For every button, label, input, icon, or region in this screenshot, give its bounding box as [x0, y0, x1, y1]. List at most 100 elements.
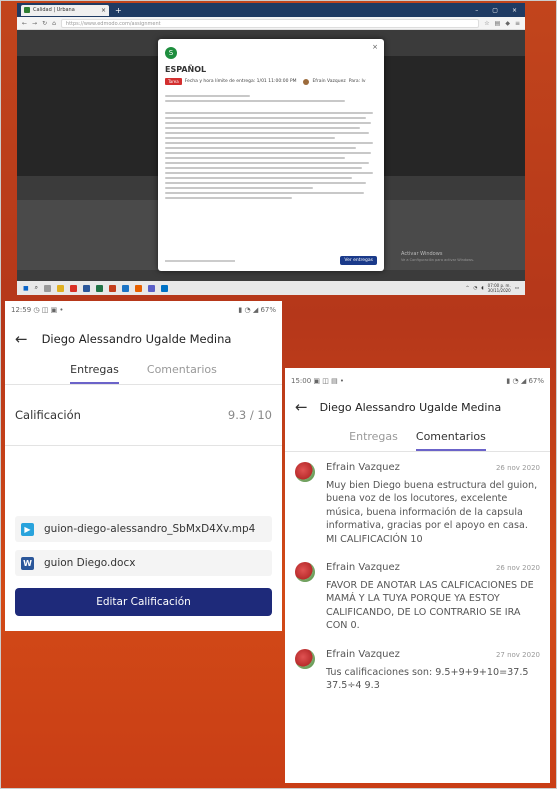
network-icon[interactable]: ◔	[473, 286, 477, 291]
system-tray: ^ ◔ ◖ 07:00 p. m. 30/11/2020 ▭	[466, 283, 519, 293]
tab-comentarios[interactable]: Comentarios	[415, 422, 486, 451]
assignment-badge: Tarea	[165, 78, 182, 85]
word-icon[interactable]	[83, 284, 91, 292]
avatar	[295, 462, 315, 482]
mail-icon[interactable]	[161, 284, 169, 292]
assignment-description	[165, 95, 377, 199]
favicon-icon	[24, 7, 30, 13]
windows-activation-watermark: Activar Windows Ve a Configuración para …	[401, 251, 475, 262]
tab-comentarios[interactable]: Comentarios	[147, 355, 217, 384]
menu-icon[interactable]: ≡	[515, 20, 520, 27]
due-date-text: Fecha y hora límite de entrega: 1/01 11:…	[184, 79, 297, 84]
chrome-icon[interactable]	[70, 284, 78, 292]
attachment-name: guion Diego.docx	[44, 557, 136, 569]
library-icon[interactable]: ▤	[495, 20, 501, 27]
minimize-icon[interactable]: –	[475, 7, 478, 14]
phone-comentarios-screen: 15:00 ▣ ◫ ▤ • ▮ ◔ ◢ 67% ← Diego Alessand…	[285, 368, 550, 783]
comment-item: Efrain Vazquez 26 nov 2020 FAVOR DE ANOT…	[285, 546, 550, 633]
tray-chevron-icon[interactable]: ^	[466, 286, 470, 291]
modal-title: ESPAÑOL	[165, 65, 207, 74]
maximize-icon[interactable]: ▢	[492, 7, 498, 14]
bookmark-icon[interactable]: ☆	[484, 20, 489, 27]
browser-tab-title: Calidad | Urbana	[33, 7, 75, 13]
attachment-item[interactable]: ▶ guion-diego-alessandro_SbMxD4Xv.mp4	[15, 516, 272, 542]
back-arrow-icon[interactable]: ←	[295, 399, 308, 415]
toolbar-icons: ☆ ▤ ◆ ≡	[484, 20, 520, 27]
forward-nav-icon[interactable]: →	[32, 20, 37, 27]
browser-tab-bar: Calidad | Urbana × + – ▢ ×	[17, 3, 525, 17]
status-icons: ◷ ◫ ▣ •	[31, 306, 64, 314]
close-icon[interactable]: ×	[372, 43, 378, 51]
view-submissions-button[interactable]: Ver entregas	[340, 256, 377, 265]
comment-item: Efrain Vazquez 27 nov 2020 Tus calificac…	[285, 633, 550, 693]
close-window-icon[interactable]: ×	[512, 7, 517, 14]
explorer-icon[interactable]	[57, 284, 65, 292]
windows-start-icon[interactable]: ■	[23, 285, 29, 292]
app-bar: ← Diego Alessandro Ugalde Medina	[5, 323, 282, 355]
battery-status: ▮ ◔ ◢ 67%	[506, 377, 544, 385]
reload-icon[interactable]: ↻	[42, 20, 47, 27]
comment-body: Efrain Vazquez 27 nov 2020 Tus calificac…	[326, 649, 540, 693]
attachment-item[interactable]: W guion Diego.docx	[15, 550, 272, 576]
close-tab-icon[interactable]: ×	[101, 7, 106, 14]
volume-icon[interactable]: ◖	[481, 286, 483, 291]
edit-grade-button[interactable]: Editar Calificación	[15, 588, 272, 616]
comment-text: Tus calificaciones son: 9.5+9+9+10=37.5 …	[326, 666, 529, 692]
video-file-icon: ▶	[21, 522, 34, 536]
home-icon[interactable]: ⌂	[52, 20, 56, 27]
assigned-date	[165, 259, 235, 262]
tab-entregas[interactable]: Entregas	[70, 355, 119, 384]
edge-icon[interactable]	[122, 284, 130, 292]
grade-row[interactable]: Calificación 9.3 / 10	[5, 385, 282, 445]
tab-entregas[interactable]: Entregas	[349, 422, 398, 451]
attachment-name: guion-diego-alessandro_SbMxD4Xv.mp4	[44, 523, 256, 535]
teams-icon[interactable]	[148, 284, 156, 292]
word-file-icon: W	[21, 556, 34, 570]
collage-frame: Calidad | Urbana × + – ▢ × ← → ↻ ⌂ https…	[0, 0, 557, 789]
comment-item: Efrain Vazquez 26 nov 2020 Muy bien Dieg…	[285, 452, 550, 546]
assignment-meta: Tarea Fecha y hora límite de entrega: 1/…	[165, 78, 377, 85]
comment-text: Muy bien Diego buena estructura del guio…	[326, 480, 538, 545]
assignment-modal: × S ESPAÑOL Tarea Fecha y hora límite de…	[158, 39, 384, 271]
comment-body: Efrain Vazquez 26 nov 2020 Muy bien Dieg…	[326, 462, 540, 546]
extension-icon[interactable]: ◆	[505, 20, 510, 27]
phone-entregas-screen: 12:59 ◷ ◫ ▣ • ▮ ◔ ◢ 67% ← Diego Alessand…	[5, 301, 282, 631]
student-name-title: Diego Alessandro Ugalde Medina	[41, 332, 232, 346]
powerpoint-icon[interactable]	[109, 284, 117, 292]
comment-date: 26 nov 2020	[495, 564, 540, 573]
task-view-icon[interactable]	[44, 284, 52, 292]
comment-author: Efrain Vazquez	[326, 562, 400, 574]
firefox-icon[interactable]	[135, 284, 143, 292]
student-name-title: Diego Alessandro Ugalde Medina	[319, 400, 502, 414]
comment-body: Efrain Vazquez 26 nov 2020 FAVOR DE ANOT…	[326, 562, 540, 633]
tab-bar: Entregas Comentarios	[5, 355, 282, 384]
tab-bar: Entregas Comentarios	[285, 422, 550, 451]
comment-date: 27 nov 2020	[495, 650, 540, 659]
teacher-avatar	[303, 78, 310, 85]
avatar	[295, 562, 315, 583]
system-clock[interactable]: 07:00 p. m. 30/11/2020	[488, 283, 511, 293]
address-bar[interactable]: https://www.edmodo.com/assignment	[60, 18, 480, 28]
comment-author: Efrain Vazquez	[326, 462, 400, 473]
battery-status: ▮ ◔ ◢ 67%	[238, 306, 276, 314]
windows-taskbar: ■ ⌕ ^ ◔ ◖ 07:00 p. m. 30/11/2020 ▭	[17, 281, 525, 295]
new-tab-icon[interactable]: +	[115, 6, 122, 15]
grade-value: 9.3 / 10	[227, 408, 272, 422]
back-arrow-icon[interactable]: ←	[15, 331, 28, 347]
notifications-icon[interactable]: ▭	[515, 286, 519, 291]
comment-text: FAVOR DE ANOTAR LAS CALFICACIONES DE MAM…	[326, 580, 534, 632]
assigned-to-text: Para: Iv	[348, 79, 366, 84]
avatar	[295, 648, 315, 669]
status-time: 15:00	[291, 377, 312, 385]
excel-icon[interactable]	[96, 284, 104, 292]
teacher-name[interactable]: Efraín Vazquez	[312, 79, 345, 84]
status-bar: 15:00 ▣ ◫ ▤ • ▮ ◔ ◢ 67%	[285, 374, 550, 388]
app-logo-icon: S	[165, 47, 177, 59]
window-controls: – ▢ ×	[475, 7, 525, 14]
browser-toolbar: ← → ↻ ⌂ https://www.edmodo.com/assignmen…	[17, 17, 525, 30]
browser-tab[interactable]: Calidad | Urbana ×	[21, 4, 109, 16]
status-icons: ▣ ◫ ▤ •	[311, 377, 345, 385]
search-icon[interactable]: ⌕	[35, 284, 38, 292]
back-nav-icon[interactable]: ←	[22, 20, 27, 27]
